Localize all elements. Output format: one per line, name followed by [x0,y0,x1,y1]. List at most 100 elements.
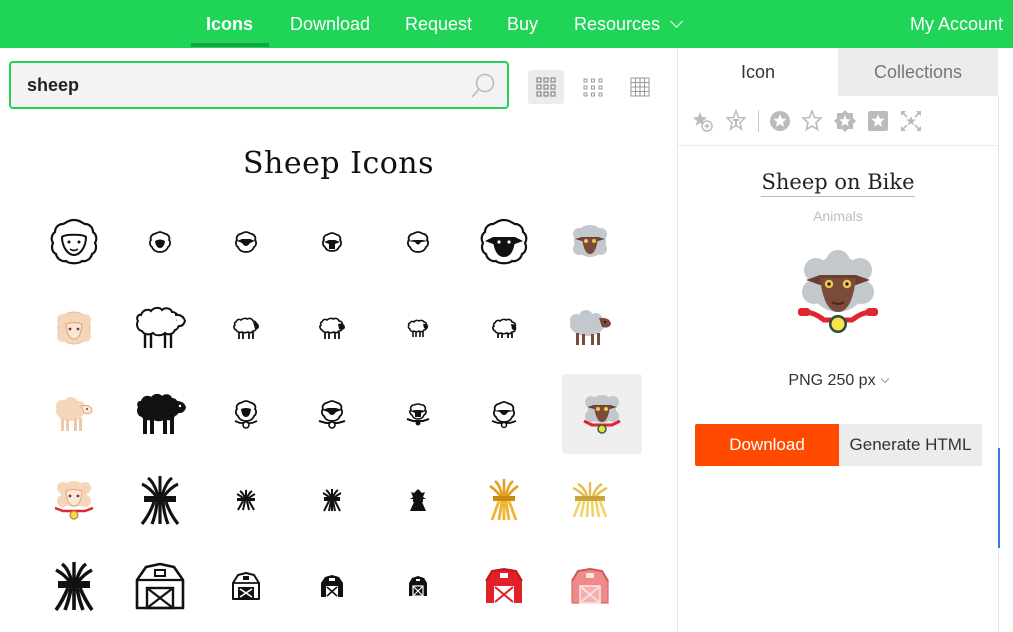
icon-category[interactable]: Animals [678,208,998,224]
icon-cell[interactable] [206,460,286,540]
icon-cell[interactable] [120,374,200,454]
sheep-body-medium-icon [233,317,259,339]
sheep-bike-medium-icon [318,400,346,429]
toolbar-divider [758,110,759,132]
icon-cell[interactable] [120,202,200,282]
sheep-face-black-icon [480,218,528,265]
grid-large-view-button[interactable] [528,70,564,104]
icon-cell[interactable] [120,288,200,368]
icon-cell[interactable] [34,374,114,454]
grid-medium-view-button[interactable] [575,70,611,104]
icon-cell[interactable] [464,374,544,454]
icon-cell[interactable] [378,546,458,626]
icon-cell[interactable] [464,202,544,282]
grid-medium-icon [583,78,603,97]
icon-cell[interactable] [206,288,286,368]
chevron-down-icon [880,374,889,384]
icon-cell[interactable] [292,288,372,368]
nav-download[interactable]: Download [290,0,370,48]
icon-cell-selected[interactable] [562,374,642,454]
scrollbar-track[interactable] [998,96,999,632]
results-panel: Sheep Icons [0,48,677,632]
sheep-body-small-icon [319,317,345,339]
icon-cell[interactable] [206,374,286,454]
nav-buy[interactable]: Buy [507,0,538,48]
sheep-bike-outline-icon [234,400,258,429]
scrollbar-thumb[interactable] [998,448,1000,548]
nav-my-account[interactable]: My Account [910,0,1003,48]
icon-cell[interactable] [378,202,458,282]
nav-resources-label: Resources [574,14,661,34]
tab-collections[interactable]: Collections [838,48,998,96]
download-button[interactable]: Download [695,424,839,466]
icon-cell[interactable] [34,460,114,540]
wheat-bundle-yellow-icon [572,482,608,518]
sheep-body-mini-icon [492,318,517,338]
search-input[interactable] [27,73,457,97]
icon-cell[interactable] [34,202,114,282]
icon-title: Sheep on Bike [678,170,998,197]
icon-cell[interactable] [378,288,458,368]
star-text-icon[interactable] [724,109,748,133]
sheep-on-bike-preview-icon [798,250,878,333]
nav-request[interactable]: Request [405,0,472,48]
icon-cell[interactable] [206,202,286,282]
search-icon[interactable] [469,72,497,100]
sheep-face-small-icon [149,231,171,253]
icon-cell[interactable] [292,546,372,626]
icon-cell[interactable] [550,546,630,626]
page-title: Sheep Icons [242,146,435,181]
sheep-body-tiny-icon [407,319,429,337]
icon-cell[interactable] [464,288,544,368]
icon-cell[interactable] [292,460,372,540]
icon-cell[interactable] [120,546,200,626]
sheep-body-beige-icon [56,397,93,431]
icon-cell[interactable] [378,374,458,454]
icon-detail-panel: Icon Collections Sheep on Bike Animals P… [677,48,1013,632]
nav-resources[interactable]: Resources [574,0,683,48]
tab-icon[interactable]: Icon [678,48,838,96]
icon-cell[interactable] [292,202,372,282]
star-circle-icon[interactable] [768,109,792,133]
wheat-bundle-tiny-icon [410,489,426,511]
sheep-bike-beige-icon [54,481,94,520]
sheep-bike-mini-icon [491,401,517,428]
wheat-bundle-small-icon [236,490,256,511]
icon-cell[interactable] [120,460,200,540]
collection-toolbar [678,96,998,146]
icon-cell[interactable] [34,546,114,626]
wheat-bundle-gold-icon [489,479,519,521]
icon-cell[interactable] [292,374,372,454]
sheep-face-filled-icon [235,231,257,253]
icon-cell[interactable] [378,460,458,540]
wheat-bundle-medium-icon [322,489,342,512]
star-square-icon[interactable] [833,109,857,133]
icon-cell[interactable] [34,288,114,368]
sheep-face-beige-icon [57,311,91,345]
barn-outline-icon [135,562,185,610]
sheep-face-color-icon [573,225,607,257]
icon-cell[interactable] [550,202,630,282]
grid-small-icon [630,77,650,97]
nav-icons[interactable]: Icons [206,0,253,48]
icon-cell[interactable] [206,546,286,626]
icon-cell[interactable] [464,460,544,540]
sheep-bike-small-icon [406,403,430,426]
icon-cell[interactable] [550,288,630,368]
grid-small-view-button[interactable] [622,70,658,104]
barn-tiny-icon [409,576,427,597]
sheep-face-mini-icon [407,231,429,253]
icon-cell[interactable] [464,546,544,626]
sheep-body-outline-icon [136,306,187,348]
grid-large-icon [536,77,556,97]
size-select[interactable]: PNG 250 px [678,372,998,390]
wheat-bundle-black-icon [54,562,94,612]
star-outline-icon[interactable] [800,109,824,133]
star-filled-square-icon[interactable] [866,109,890,133]
generate-html-button[interactable]: Generate HTML [839,424,982,466]
star-expand-icon[interactable] [899,109,923,133]
icon-cell[interactable] [550,460,630,540]
barn-red-icon [485,568,523,603]
star-add-icon[interactable] [690,109,714,133]
wheat-bundle-large-icon [140,476,180,525]
